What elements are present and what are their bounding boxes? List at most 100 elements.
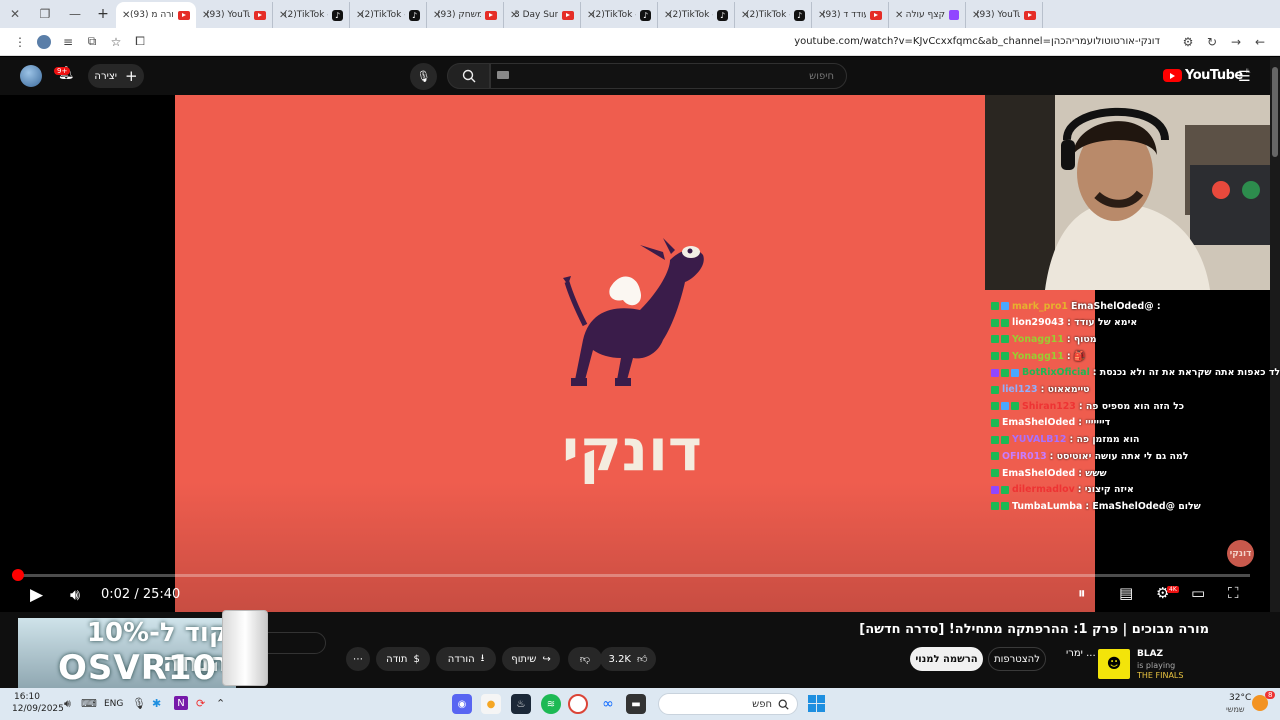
more-actions-button[interactable]: ⋯ [346, 647, 370, 671]
chat-username[interactable]: dilermadlov [1012, 484, 1075, 495]
chat-username[interactable]: mark_pro1 [1012, 301, 1068, 312]
browser-tab[interactable]: ✕ (2)TikTok - [273, 2, 350, 28]
browser-tab[interactable]: ✕ (2)TikTok - [581, 2, 658, 28]
steam-icon[interactable]: ♨ [511, 694, 531, 714]
browser-tab[interactable]: ✕(93) YouTub [966, 2, 1043, 28]
share-button[interactable]: שיתוף ↪ [502, 647, 560, 671]
browser-tab[interactable]: ✕ קצף עולה [889, 2, 966, 28]
browser-tab[interactable]: ✕ (2)TikTok - [350, 2, 427, 28]
tab-close-icon[interactable]: ✕ [818, 10, 826, 21]
chat-username[interactable]: EmaShelOded [1002, 468, 1075, 479]
progress-scrubber[interactable] [12, 569, 24, 581]
tab-close-icon[interactable]: ✕ [741, 10, 749, 21]
tab-close-icon[interactable]: ✕ [972, 10, 980, 21]
extensions-icon[interactable]: ⧉ [80, 30, 104, 54]
chat-username[interactable]: Yonagg11 [1012, 334, 1064, 345]
browser-tab[interactable]: ✕(93) YouTub [196, 2, 273, 28]
chat-username[interactable]: Shiran123 [1022, 401, 1076, 412]
back-arrow-icon[interactable]: → [1224, 30, 1248, 54]
discord-icon[interactable]: ◉ [452, 694, 472, 714]
bookmark-star-icon[interactable]: ☆ [104, 30, 128, 54]
file-explorer-icon[interactable]: ▬ [626, 694, 646, 714]
chrome-icon[interactable] [568, 694, 588, 714]
speaker-icon[interactable]: 🔊︎ [64, 697, 71, 711]
download-button[interactable]: הורדה ⭳ [436, 647, 496, 671]
search-input[interactable] [490, 63, 847, 89]
thanks-button[interactable]: תודה $ [376, 647, 430, 671]
window-close-icon[interactable]: ✕ [0, 0, 30, 28]
forward-arrow-icon[interactable]: ← [1248, 30, 1272, 54]
subtitles-icon[interactable]: ▤ [1119, 584, 1133, 602]
chat-username[interactable]: TumbaLumba [1012, 501, 1082, 512]
promo-banner[interactable]: קוד ל-10% הנחה OSVR10 [18, 618, 236, 688]
clock-date[interactable]: 12/09/2025 [12, 704, 64, 714]
fullscreen-icon[interactable]: ⛶ [1228, 584, 1239, 602]
tab-close-icon[interactable]: ✕ [122, 10, 130, 21]
clock-time[interactable]: 16:10 [14, 692, 40, 702]
sync-icon[interactable]: ⟳ [196, 697, 205, 710]
subscribe-button[interactable]: הרשמה למנוי [910, 647, 983, 671]
window-restore-icon[interactable]: ❐ [30, 0, 60, 28]
browser-tab[interactable]: ✕ (2)TikTok - [658, 2, 735, 28]
reload-icon[interactable]: ↻ [1200, 30, 1224, 54]
chat-username[interactable]: Yonagg11 [1012, 351, 1064, 362]
notes-app-icon[interactable]: ● [481, 694, 501, 714]
tab-close-icon[interactable]: ✕ [587, 10, 595, 21]
spotify-icon[interactable]: ≋ [541, 694, 561, 714]
network-icon[interactable]: ⌨ [81, 697, 97, 710]
weather-temp[interactable]: 32°C [1229, 693, 1251, 703]
taskbar-search[interactable]: חפש [658, 693, 798, 715]
chat-username[interactable]: BotRixOficial [1022, 367, 1090, 378]
tab-close-icon[interactable]: ✕ [279, 10, 287, 21]
tab-close-icon[interactable]: ✕ [356, 10, 364, 21]
keyboard-icon[interactable] [497, 71, 509, 79]
tab-close-icon[interactable]: ✕ [895, 10, 903, 21]
windows-start-icon[interactable] [808, 695, 825, 712]
meta-icon[interactable]: ∞ [598, 694, 618, 714]
microphone-tray-icon[interactable]: 🎙︎ [132, 697, 146, 710]
media-controls-icon[interactable]: ≡ [56, 30, 80, 54]
tab-close-icon[interactable]: ✕ [202, 10, 210, 21]
avatar[interactable] [20, 65, 42, 87]
join-button[interactable]: להצטרפות [988, 647, 1046, 671]
tab-close-icon[interactable]: ✕ [510, 10, 518, 21]
create-button[interactable]: יצירה + [88, 64, 144, 88]
language-indicator[interactable]: ENG [104, 699, 123, 709]
page-scrollbar[interactable] [1270, 57, 1280, 612]
site-settings-icon[interactable]: ⚙ [1176, 30, 1200, 54]
progress-bar[interactable] [18, 574, 1250, 577]
hamburger-menu-icon[interactable]: ☰ [1238, 69, 1251, 85]
browser-tab[interactable]: ✕ (2)TikTok - [735, 2, 812, 28]
bluetooth-icon[interactable]: ✱ [152, 697, 161, 710]
chat-username[interactable]: liel123 [1002, 384, 1038, 395]
browser-tab[interactable]: ✕(93) עודד ד [812, 2, 889, 28]
microphone-icon[interactable]: 🎙︎ [410, 63, 437, 90]
browser-tab[interactable]: ✕3 Day Survi [504, 2, 581, 28]
tab-close-icon[interactable]: ✕ [433, 10, 441, 21]
weather-desc[interactable]: שמשי [1226, 705, 1245, 714]
game-title[interactable]: THE FINALS [1137, 671, 1183, 680]
browser-tab[interactable]: ✕ (93) משחק [427, 2, 504, 28]
browser-tab[interactable]: ✕(93) מורה מ [116, 2, 196, 28]
dislike-button[interactable]: 👎︎ [568, 647, 602, 671]
theater-mode-icon[interactable]: ▭ [1191, 584, 1205, 602]
chat-username[interactable]: OFIR013 [1002, 451, 1047, 462]
channel-watermark[interactable]: דונקי [1227, 540, 1254, 567]
play-icon[interactable]: ▶ [30, 585, 43, 605]
window-minimize-icon[interactable]: — [60, 0, 90, 28]
like-button[interactable]: 3.2K 👍︎ [600, 647, 656, 671]
chat-username[interactable]: EmaShelOded [1002, 417, 1075, 428]
channel-name[interactable]: ימרי ... [1066, 648, 1096, 659]
chat-username[interactable]: YUVALB12 [1012, 434, 1066, 445]
new-tab-button[interactable]: + [90, 6, 116, 22]
game-thumbnail[interactable]: ☻ [1098, 649, 1130, 679]
tab-close-icon[interactable]: ✕ [664, 10, 672, 21]
chat-username[interactable]: lion29043 [1012, 317, 1064, 328]
onenote-icon[interactable]: N [174, 696, 188, 710]
address-bar[interactable]: youtube.com/watch?v=KJvCcxxfqmc&ab_chann… [160, 31, 1168, 53]
tray-expand-icon[interactable]: ⌃ [216, 697, 225, 710]
share-page-icon[interactable]: ⧠ [128, 30, 152, 54]
pause-icon[interactable]: ⏸ [1078, 584, 1086, 602]
kebab-menu-icon[interactable]: ⋮ [8, 30, 32, 54]
search-button[interactable] [447, 63, 490, 89]
